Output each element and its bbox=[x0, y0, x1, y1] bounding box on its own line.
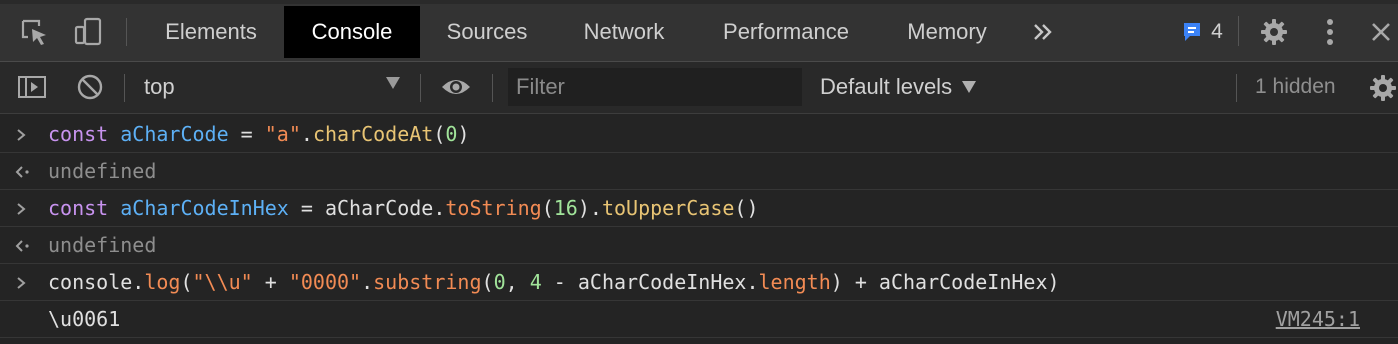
issues-icon[interactable] bbox=[1180, 18, 1204, 46]
window-top-edge bbox=[0, 0, 1398, 4]
console-input-row: console.log("\\u" + "0000".substring(0, … bbox=[0, 264, 1398, 301]
tab-elements[interactable]: Elements bbox=[140, 6, 282, 58]
toolbar-separator bbox=[420, 74, 421, 102]
code-token: substring bbox=[373, 270, 482, 294]
log-levels-dropdown[interactable]: Default levels bbox=[820, 62, 977, 112]
code-token: , bbox=[505, 270, 530, 294]
code-token: = aCharCode. bbox=[288, 196, 446, 220]
code-token: + bbox=[252, 270, 289, 294]
console-result-row: undefined bbox=[0, 153, 1398, 190]
code-token: const bbox=[48, 122, 109, 146]
result-arrow-icon bbox=[14, 227, 36, 264]
code-token: 0 bbox=[493, 270, 506, 294]
result-value[interactable]: undefined bbox=[48, 227, 156, 264]
chevron-down-icon bbox=[962, 81, 977, 93]
source-link[interactable]: VM245:1 bbox=[1276, 301, 1360, 338]
code-token: const bbox=[48, 196, 109, 220]
code-token: length bbox=[758, 270, 831, 294]
code-token: ( bbox=[481, 270, 494, 294]
console-log-row: \u0061 VM245:1 bbox=[0, 301, 1398, 338]
code-token: toUpperCase bbox=[601, 196, 735, 220]
console-toolbar: top Default levels 1 hidden bbox=[0, 62, 1398, 114]
console-output: const aCharCode = "a".charCodeAt(0) unde… bbox=[0, 114, 1398, 344]
console-result-row: undefined bbox=[0, 227, 1398, 264]
more-tabs-icon[interactable] bbox=[1024, 14, 1062, 50]
code-line[interactable]: const aCharCode = "a".charCodeAt(0) bbox=[48, 116, 470, 153]
code-token: ). bbox=[577, 196, 602, 220]
code-token: . bbox=[300, 122, 313, 146]
code-token: () bbox=[734, 196, 759, 220]
toolbar-separator bbox=[124, 74, 125, 102]
code-line[interactable]: console.log("\\u" + "0000".substring(0, … bbox=[48, 264, 1060, 301]
input-prompt-icon bbox=[14, 264, 36, 301]
tab-network[interactable]: Network bbox=[556, 6, 692, 58]
hidden-messages-count: 1 hidden bbox=[1255, 75, 1336, 98]
console-input-row: const aCharCode = "a".charCodeAt(0) bbox=[0, 116, 1398, 153]
result-arrow-icon bbox=[14, 153, 36, 190]
tab-sources[interactable]: Sources bbox=[420, 6, 554, 58]
close-icon[interactable] bbox=[1364, 14, 1398, 50]
toolbar-separator bbox=[1236, 74, 1237, 102]
code-token: ( bbox=[433, 122, 446, 146]
tab-separator bbox=[126, 18, 127, 46]
code-token: 0 bbox=[445, 122, 458, 146]
code-token: console. bbox=[48, 270, 145, 294]
console-settings-gear-icon[interactable] bbox=[1368, 72, 1398, 104]
live-expression-eye-icon[interactable] bbox=[436, 70, 476, 104]
code-token: ) bbox=[457, 122, 470, 146]
result-value[interactable]: undefined bbox=[48, 153, 156, 190]
code-token: "a" bbox=[264, 122, 301, 146]
code-token: "\\u" bbox=[192, 270, 253, 294]
code-token: 16 bbox=[553, 196, 578, 220]
tab-memory[interactable]: Memory bbox=[880, 6, 1014, 58]
chevron-down-icon bbox=[386, 77, 400, 89]
sidebar-toggle-icon[interactable] bbox=[12, 70, 52, 104]
code-token: = bbox=[228, 122, 265, 146]
code-line[interactable]: const aCharCodeInHex = aCharCode.toStrin… bbox=[48, 190, 759, 227]
context-selector[interactable]: top bbox=[130, 62, 410, 112]
code-token: "0000" bbox=[288, 270, 362, 294]
context-value: top bbox=[144, 74, 175, 99]
log-output[interactable]: \u0061 bbox=[48, 301, 120, 338]
clear-console-icon[interactable] bbox=[70, 70, 110, 104]
filter-input[interactable] bbox=[508, 68, 802, 106]
device-toolbar-icon[interactable] bbox=[68, 14, 108, 50]
console-input-row: const aCharCodeInHex = aCharCode.toStrin… bbox=[0, 190, 1398, 227]
devtools-tab-bar: Elements Console Sources Network Perform… bbox=[0, 0, 1398, 62]
toolbar-separator bbox=[492, 74, 493, 102]
issues-count[interactable]: 4 bbox=[1204, 6, 1230, 58]
tab-performance[interactable]: Performance bbox=[694, 6, 878, 58]
code-token: - aCharCodeInHex. bbox=[541, 270, 759, 294]
code-token: ) + aCharCodeInHex) bbox=[830, 270, 1060, 294]
header-separator bbox=[1238, 16, 1239, 46]
code-token: aCharCodeInHex bbox=[120, 196, 289, 220]
gear-icon[interactable] bbox=[1254, 14, 1294, 50]
input-prompt-icon bbox=[14, 116, 36, 153]
log-levels-label: Default levels bbox=[820, 74, 953, 99]
code-token: log bbox=[144, 270, 181, 294]
inspect-element-icon[interactable] bbox=[14, 14, 54, 50]
code-token: . bbox=[361, 270, 374, 294]
code-token: ( bbox=[180, 270, 193, 294]
code-token: ( bbox=[541, 196, 554, 220]
tab-console[interactable]: Console bbox=[284, 6, 420, 58]
code-token: toString bbox=[445, 196, 542, 220]
input-prompt-icon bbox=[14, 190, 36, 227]
code-token: 4 bbox=[529, 270, 542, 294]
code-token: charCodeAt bbox=[312, 122, 434, 146]
vertical-dots-icon[interactable] bbox=[1312, 14, 1348, 50]
code-token: aCharCode bbox=[120, 122, 229, 146]
